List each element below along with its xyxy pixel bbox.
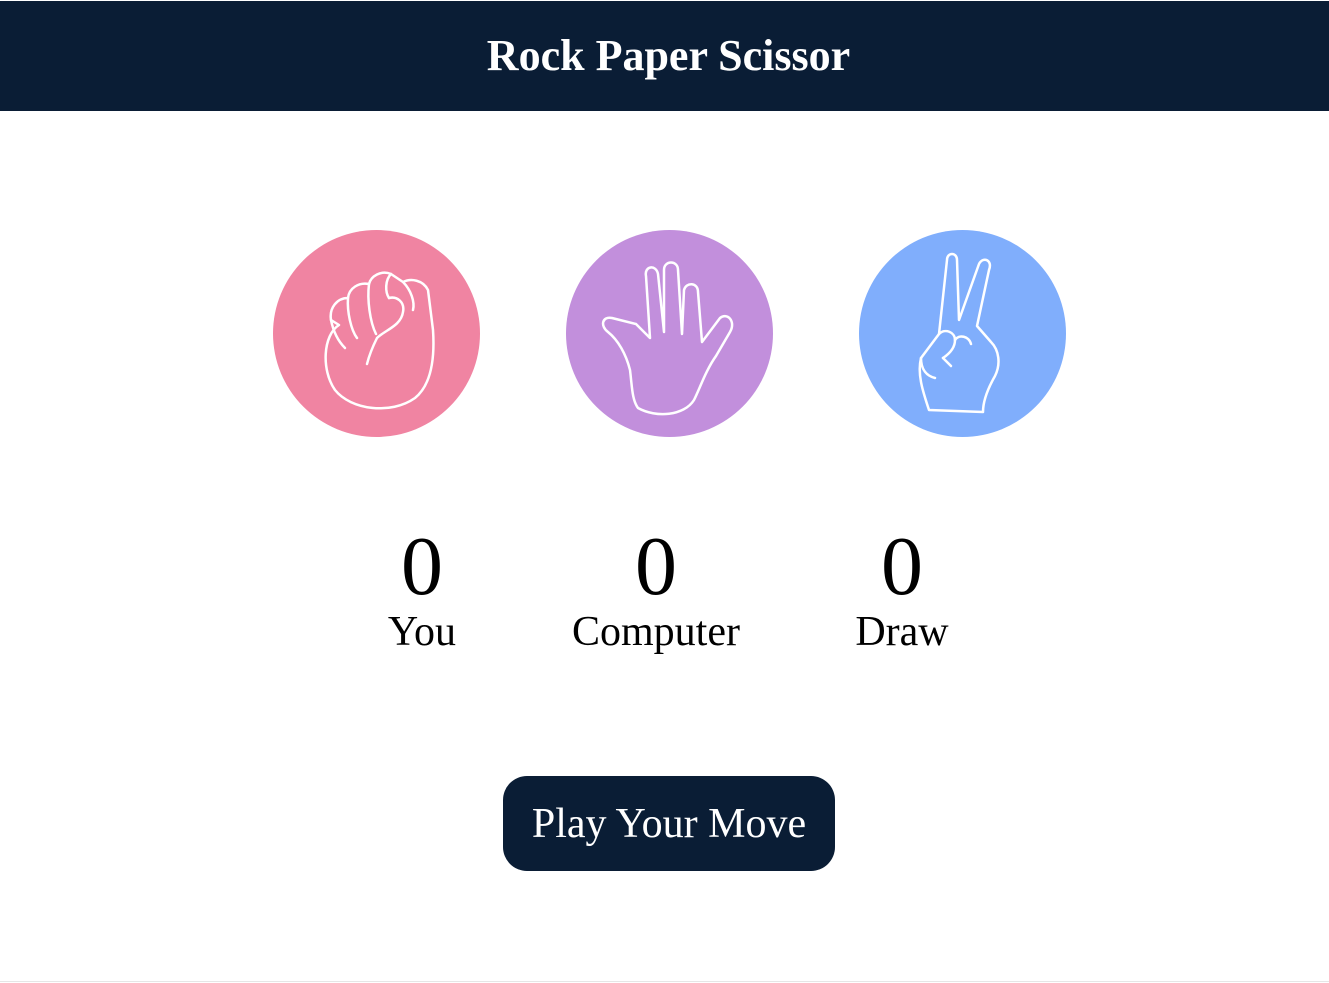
score-you: 0 You bbox=[302, 520, 542, 655]
page-title: Rock Paper Scissor bbox=[486, 31, 851, 80]
score-computer: 0 Computer bbox=[536, 520, 776, 655]
score-computer-label: Computer bbox=[572, 609, 740, 655]
paper-choice-button[interactable] bbox=[566, 230, 773, 437]
score-you-value: 0 bbox=[401, 520, 443, 613]
rock-choice-button[interactable] bbox=[273, 230, 480, 437]
score-draw-value: 0 bbox=[881, 520, 923, 613]
score-computer-value: 0 bbox=[635, 520, 677, 613]
fist-icon bbox=[324, 271, 435, 410]
scissor-choice-button[interactable] bbox=[859, 230, 1066, 437]
score-draw: 0 Draw bbox=[782, 520, 1022, 655]
open-hand-icon bbox=[601, 261, 734, 416]
play-your-move-button[interactable]: Play Your Move bbox=[503, 776, 835, 871]
score-you-label: You bbox=[387, 609, 457, 655]
peace-hand-icon bbox=[918, 252, 1000, 414]
score-draw-label: Draw bbox=[855, 609, 949, 655]
app-header: Rock Paper Scissor bbox=[0, 1, 1329, 111]
bottom-divider bbox=[0, 981, 1329, 982]
